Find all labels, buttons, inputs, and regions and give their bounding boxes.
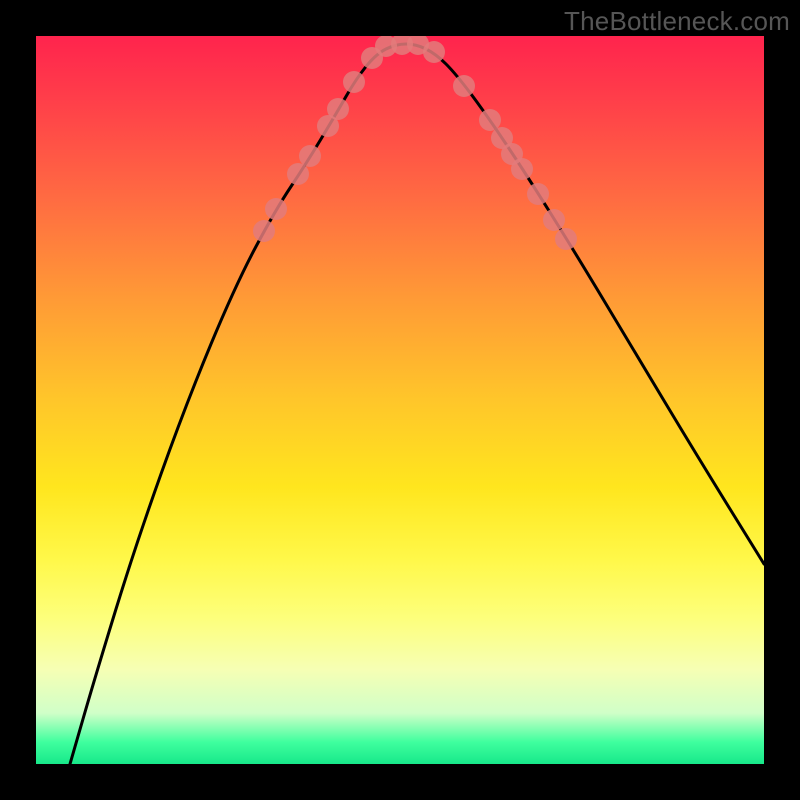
highlight-dot — [327, 98, 349, 120]
highlight-dot — [527, 183, 549, 205]
attribution-text: TheBottleneck.com — [564, 6, 790, 37]
highlight-dot — [511, 158, 533, 180]
highlight-dot — [555, 228, 577, 250]
highlight-dot — [543, 209, 565, 231]
highlight-dot — [423, 41, 445, 63]
highlight-dots-group — [253, 36, 577, 250]
highlight-dot — [299, 145, 321, 167]
highlight-dot — [453, 75, 475, 97]
bottleneck-curve — [70, 44, 764, 764]
highlight-dot — [253, 220, 275, 242]
plot-area — [36, 36, 764, 764]
chart-svg — [36, 36, 764, 764]
highlight-dot — [343, 71, 365, 93]
highlight-dot — [287, 163, 309, 185]
highlight-dot — [265, 198, 287, 220]
chart-frame: TheBottleneck.com — [0, 0, 800, 800]
highlight-dot — [479, 109, 501, 131]
